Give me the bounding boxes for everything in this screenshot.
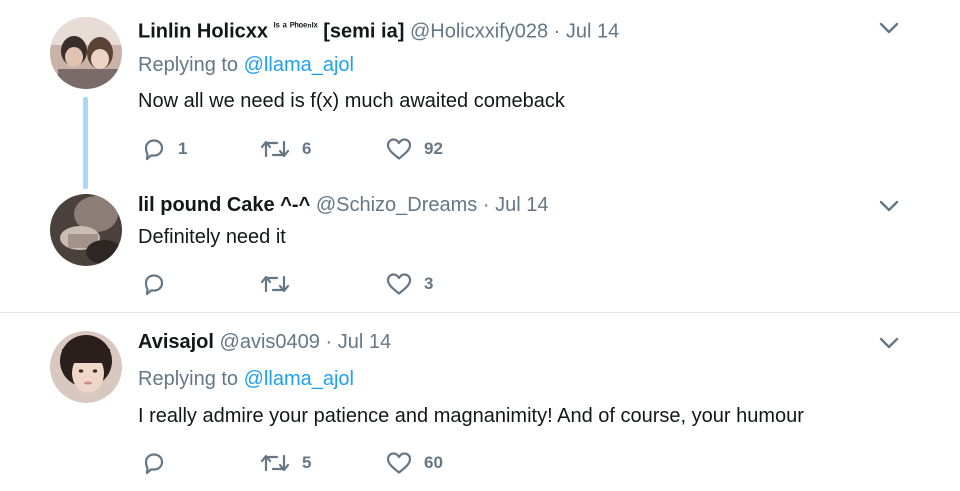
retweet-icon — [260, 140, 290, 158]
reply-button[interactable]: 1 — [142, 135, 187, 163]
tweet-date[interactable]: Jul 14 — [566, 21, 619, 43]
tweet-text: Definitely need it — [138, 226, 286, 248]
like-button[interactable]: 92 — [386, 135, 443, 163]
replying-to-prefix: Replying to — [138, 368, 244, 390]
retweet-icon — [260, 275, 290, 293]
reply-icon — [144, 453, 164, 475]
display-name[interactable]: Linlin Holicxx — [138, 21, 268, 43]
retweet-button[interactable]: 5 — [260, 449, 311, 477]
separator-dot: · — [482, 194, 490, 216]
tweet-header: Avisajol @avis0409 · Jul 14 — [138, 329, 391, 355]
avatar[interactable] — [50, 194, 122, 266]
like-icon — [386, 273, 412, 295]
like-count: 92 — [424, 139, 443, 158]
retweet-button[interactable]: 6 — [260, 135, 311, 163]
like-button[interactable]: 60 — [386, 449, 443, 477]
tweet-3[interactable]: Avisajol @avis0409 · Jul 14 Replying to … — [0, 313, 960, 491]
reply-icon — [144, 139, 164, 161]
replying-to: Replying to @llama_ajol — [138, 52, 354, 78]
reply-button[interactable] — [142, 449, 166, 477]
mention-link[interactable]: @llama_ajol — [244, 368, 354, 390]
tweet-date[interactable]: Jul 14 — [338, 331, 391, 353]
display-name[interactable]: lil pound Cake ^-^ — [138, 194, 310, 216]
display-name[interactable]: Avisajol — [138, 331, 214, 353]
user-handle[interactable]: @Schizo_Dreams — [316, 194, 477, 216]
reply-icon — [144, 274, 164, 296]
separator-dot: · — [553, 20, 561, 43]
replying-to: Replying to @llama_ajol — [138, 366, 354, 392]
chevron-down-icon[interactable] — [878, 332, 900, 354]
like-count: 60 — [424, 453, 443, 472]
retweet-count: 5 — [302, 453, 312, 472]
tweet-header: lil pound Cake ^-^ @Schizo_Dreams · Jul … — [138, 192, 548, 218]
thread-line — [83, 97, 88, 189]
tweet-2[interactable]: lil pound Cake ^-^ @Schizo_Dreams · Jul … — [0, 190, 960, 312]
like-icon — [386, 452, 412, 474]
avatar[interactable] — [50, 331, 122, 403]
chevron-down-icon[interactable] — [878, 195, 900, 217]
separator-dot: · — [325, 331, 333, 353]
reply-button[interactable] — [142, 270, 166, 298]
user-handle[interactable]: @Holicxxify028 — [410, 21, 548, 43]
tweet-header: Linlin Holicxx ᴵˢ ᵃ ᴾʰᵒᵉⁿᴵˣ [semi ia] @H… — [138, 14, 619, 45]
reply-count: 1 — [178, 139, 188, 158]
display-name-suffix[interactable]: [semi ia] — [323, 21, 404, 43]
like-count: 3 — [424, 274, 434, 293]
name-superscript: ᴵˢ ᵃ ᴾʰᵒᵉⁿᴵˣ — [273, 21, 318, 33]
tweet-date[interactable]: Jul 14 — [495, 194, 548, 216]
user-handle[interactable]: @avis0409 — [220, 331, 320, 353]
tweet-1[interactable]: Linlin Holicxx ᴵˢ ᵃ ᴾʰᵒᵉⁿᴵˣ [semi ia] @H… — [0, 0, 960, 190]
like-button[interactable]: 3 — [386, 270, 433, 298]
replying-to-prefix: Replying to — [138, 54, 244, 76]
tweet-text: Now all we need is f(x) much awaited com… — [138, 90, 565, 112]
tweet-text: I really admire your patience and magnan… — [138, 405, 804, 427]
retweet-count: 6 — [302, 139, 312, 158]
retweet-icon — [260, 454, 290, 472]
mention-link[interactable]: @llama_ajol — [244, 54, 354, 76]
chevron-down-icon[interactable] — [878, 17, 900, 39]
retweet-button[interactable] — [260, 270, 290, 298]
avatar[interactable] — [50, 17, 122, 89]
like-icon — [386, 138, 412, 160]
